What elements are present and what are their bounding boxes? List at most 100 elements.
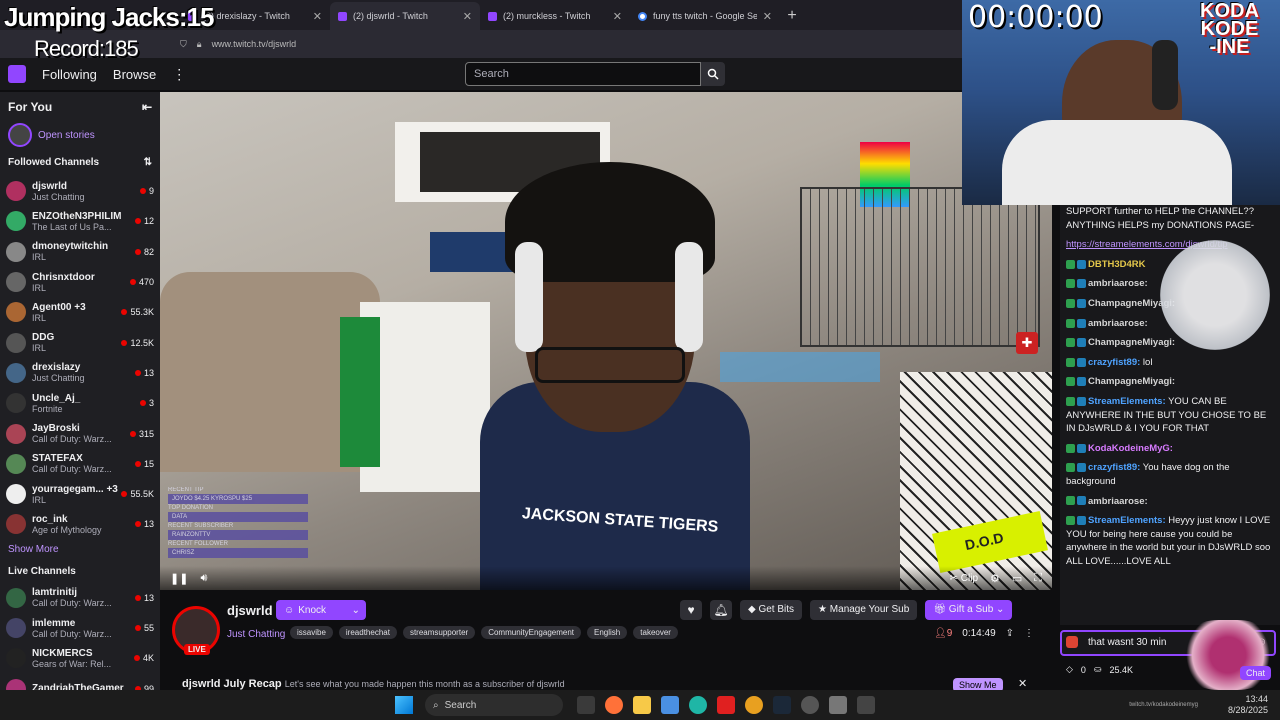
clock[interactable]: 13:44 8/28/2025 xyxy=(1228,694,1268,716)
chat-username[interactable]: ChampagneMiyagi: xyxy=(1088,337,1175,348)
sidebar-channel-item[interactable]: NICKMERCS Gears of War: Rel... 4K xyxy=(0,643,160,673)
knock-button[interactable]: ☺ Knock ⌄ xyxy=(276,600,366,620)
close-icon[interactable]: ✕ xyxy=(463,10,472,23)
show-more-link[interactable]: Show More xyxy=(0,540,160,559)
chat-username[interactable]: ambriaarose: xyxy=(1088,496,1148,507)
channel-avatar xyxy=(6,211,26,232)
chevron-down-icon[interactable]: ⌄ xyxy=(352,605,366,616)
sidebar-channel-item[interactable]: lamtrinitij Call of Duty: Warz... 13 xyxy=(0,583,160,613)
tag-pill[interactable]: ireadthechat xyxy=(338,626,397,639)
sidebar-channel-item[interactable]: roc_ink Age of Mythology 13 xyxy=(0,509,160,539)
collapse-icon[interactable]: ⇤ xyxy=(142,100,152,114)
channel-category: IRL xyxy=(32,494,47,505)
chat-badge-icon[interactable] xyxy=(1066,636,1078,648)
browser-tab[interactable]: funy tts twitch - Google Search ✕ xyxy=(630,2,780,30)
channel-avatar xyxy=(6,362,26,383)
browser-tab-active[interactable]: (2) djswrld - Twitch ✕ xyxy=(330,2,480,30)
sidebar-channel-item[interactable]: yourragegam... +3 IRL 55.5K xyxy=(0,479,160,509)
settings-icon[interactable]: ⚙ xyxy=(990,572,1000,585)
edge-icon[interactable] xyxy=(689,696,707,714)
settings-app-icon[interactable] xyxy=(829,696,847,714)
points-icon[interactable]: ◇ xyxy=(1066,664,1073,675)
theatre-mode-icon[interactable]: ▭ xyxy=(1012,572,1022,585)
sidebar-channel-item[interactable]: Chrisnxtdoor IRL 470 xyxy=(0,267,160,297)
sidebar-channel-item[interactable]: STATEFAX Call of Duty: Warz... 15 xyxy=(0,449,160,479)
app-icon[interactable] xyxy=(745,696,763,714)
obs-icon[interactable] xyxy=(801,696,819,714)
heart-icon[interactable]: ♥ xyxy=(680,600,702,620)
channel-category: Call of Duty: Warz... xyxy=(32,598,112,609)
following-link[interactable]: Following xyxy=(42,67,97,82)
sidebar-channel-item[interactable]: dmoneytwitchin IRL 82 xyxy=(0,237,160,267)
chat-username[interactable]: crazyfist89: xyxy=(1088,462,1140,473)
taskbar-search[interactable]: ⌕ Search xyxy=(425,694,563,716)
sidebar-channel-item[interactable]: DDG IRL 12.5K xyxy=(0,327,160,357)
channel-name[interactable]: djswrld xyxy=(227,603,273,618)
twitch-logo-icon[interactable] xyxy=(8,65,26,83)
share-icon[interactable]: ⇪ xyxy=(1006,628,1014,639)
clip-button[interactable]: ✂ Clip xyxy=(950,573,978,584)
new-tab-button[interactable]: + xyxy=(780,2,804,30)
bell-icon[interactable]: 🔔︎ xyxy=(710,600,732,620)
close-icon[interactable]: ✕ xyxy=(763,10,772,23)
get-bits-button[interactable]: ◆ Get Bits xyxy=(740,600,803,620)
volume-icon[interactable]: 🔊︎ xyxy=(200,572,207,585)
sidebar-channel-item[interactable]: JayBroski Call of Duty: Warz... 315 xyxy=(0,418,160,448)
file-explorer-icon[interactable] xyxy=(633,696,651,714)
chat-button[interactable]: Chat xyxy=(1240,666,1272,680)
more-icon[interactable]: ⋮ xyxy=(172,66,186,83)
sidebar-channel-item[interactable]: ENZOtheN3PHILIM The Last of Us Pa... 12 xyxy=(0,206,160,236)
bits-icon[interactable]: ⛀ xyxy=(1094,664,1102,675)
tag-pill[interactable]: streamsupporter xyxy=(402,626,476,639)
jumping-jacks-counter: Jumping Jacks:15 xyxy=(4,2,214,32)
task-view-icon[interactable] xyxy=(577,696,595,714)
chat-username[interactable]: DBTH3D4RK xyxy=(1088,259,1146,270)
channel-avatar xyxy=(6,618,26,638)
channel-info: JayBroski Call of Duty: Warz... xyxy=(32,423,130,444)
tag-pill[interactable]: issavibe xyxy=(290,626,333,639)
fullscreen-icon[interactable]: ⛶ xyxy=(1034,572,1042,585)
steam-icon[interactable] xyxy=(773,696,791,714)
gift-icon[interactable]: ✚ xyxy=(1016,332,1038,354)
browser-tab[interactable]: (2) murckless - Twitch ✕ xyxy=(480,2,630,30)
viewer-count: 12 xyxy=(135,216,154,226)
search-input[interactable]: Search xyxy=(465,62,701,86)
chat-username[interactable]: StreamElements: xyxy=(1088,515,1166,526)
sidebar-channel-item[interactable]: drexislazy Just Chatting 13 xyxy=(0,358,160,388)
open-stories[interactable]: Open stories xyxy=(0,122,160,148)
channel-category: IRL xyxy=(32,343,47,354)
sidebar-channel-item[interactable]: Agent00 +3 IRL 55.3K xyxy=(0,297,160,327)
sort-icon[interactable]: ⇅ xyxy=(144,157,152,168)
chat-username[interactable]: ChampagneMiyagi: xyxy=(1088,376,1175,387)
video-player[interactable]: JACKSON STATE TIGERS D.O.D ✚ RECENT TIP … xyxy=(160,92,1052,590)
chat-username[interactable]: ambriaarose: xyxy=(1088,318,1148,329)
manage-sub-button[interactable]: ★ Manage Your Sub xyxy=(810,600,918,620)
store-icon[interactable] xyxy=(661,696,679,714)
close-icon[interactable]: ✕ xyxy=(313,10,322,23)
pause-icon[interactable]: ❚❚ xyxy=(170,572,188,585)
url-bar[interactable]: ⛉ 🔒︎ www.twitch.tv/djswrld xyxy=(0,30,962,58)
category-link[interactable]: Just Chatting xyxy=(227,629,285,640)
close-icon[interactable]: ✕ xyxy=(1018,677,1027,690)
windows-start-icon[interactable] xyxy=(395,696,413,714)
close-icon[interactable]: ✕ xyxy=(613,10,622,23)
sidebar-channel-item[interactable]: imlemme Call of Duty: Warz... 55 xyxy=(0,613,160,643)
sidebar-channel-item[interactable]: Uncle_Aj_ Fortnite 3 xyxy=(0,388,160,418)
more-options-icon[interactable]: ⋮ xyxy=(1024,628,1034,639)
tag-pill[interactable]: CommunityEngagement xyxy=(481,626,582,639)
tag-pill[interactable]: English xyxy=(587,626,628,639)
url-text[interactable]: www.twitch.tv/djswrld xyxy=(212,39,297,49)
tag-pill[interactable]: takeover xyxy=(633,626,678,639)
firefox-icon[interactable] xyxy=(605,696,623,714)
search-button[interactable] xyxy=(701,62,725,86)
gift-sub-button[interactable]: 🎁︎ Gift a Sub ⌄ xyxy=(925,600,1013,620)
app-icon-2[interactable] xyxy=(857,696,875,714)
sidebar-channel-item[interactable]: djswrld Just Chatting 9 xyxy=(0,176,160,206)
chat-username[interactable]: crazyfist89: xyxy=(1088,357,1140,368)
tab-label: funy tts twitch - Google Search xyxy=(653,11,757,21)
chat-username[interactable]: StreamElements: xyxy=(1088,396,1166,407)
browse-link[interactable]: Browse xyxy=(113,67,156,82)
media-player-icon[interactable] xyxy=(717,696,735,714)
chat-username[interactable]: KodaKodeineMyG: xyxy=(1088,443,1173,454)
chat-username[interactable]: ambriaarose: xyxy=(1088,278,1148,289)
